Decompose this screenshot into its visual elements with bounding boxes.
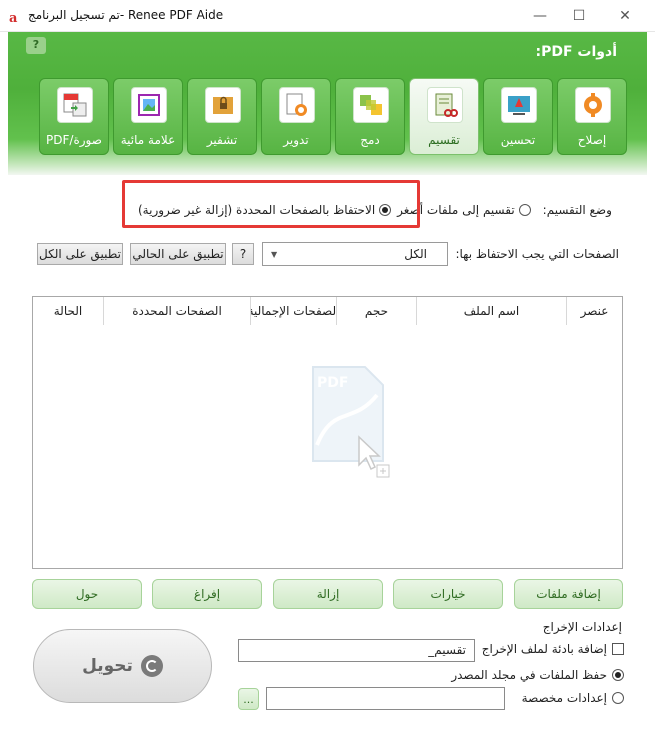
window-title: تم تسجيل البرنامج- Renee PDF Aide [28, 8, 224, 22]
tool-merge[interactable]: دمج [335, 78, 405, 155]
output-settings-title: إعدادات الإخراج [542, 620, 622, 634]
maximize-button[interactable]: ☐ [556, 0, 602, 32]
custom-settings-row: إعدادات مخصصة [522, 691, 624, 705]
optimize-icon [501, 87, 537, 123]
prefix-input[interactable]: تقسيم_ [238, 639, 475, 662]
radio-custom-settings[interactable] [612, 692, 624, 704]
app-logo-icon: a [9, 11, 18, 25]
remove-button[interactable]: إزالة [273, 579, 383, 609]
svg-text:a: a [9, 11, 18, 25]
repair-icon [575, 87, 611, 123]
pages-help-button[interactable]: ? [232, 243, 254, 265]
radio-split-small-files[interactable] [518, 204, 531, 216]
pages-dropdown[interactable]: الكل ▼ [262, 242, 448, 266]
chevron-down-icon: ▼ [271, 250, 278, 259]
tool-rotate[interactable]: تدوير [261, 78, 331, 155]
apply-all-button[interactable]: تطبيق على الكل [37, 243, 123, 265]
highlight-annotation [122, 180, 420, 228]
output-suffix-row: إضافة بادئة لملف الإخراج [482, 642, 624, 656]
add-prefix-label: إضافة بادئة لملف الإخراج [481, 642, 607, 656]
custom-settings-label: إعدادات مخصصة [521, 691, 607, 705]
tools-header: ? أدوات PDF: إصلاح تحسين تقسيم دمج تدوير [8, 32, 647, 175]
split-icon [427, 87, 463, 123]
file-table[interactable]: عنصر اسم الملف حجم الصفحات الإجمالية الص… [32, 296, 623, 569]
column-header-item[interactable]: عنصر [566, 297, 622, 325]
convert-label: تحويل [82, 656, 133, 676]
pdf-image-icon [57, 87, 93, 123]
pages-to-keep-label: الصفحات التي يجب الاحتفاظ بها: [455, 247, 619, 261]
tool-pdf-image[interactable]: PDF/صورة [39, 78, 109, 155]
tool-optimize[interactable]: تحسين [483, 78, 553, 155]
options-button[interactable]: خيارات [393, 579, 503, 609]
merge-icon [353, 87, 389, 123]
drop-pdf-icon: PDF [312, 366, 390, 478]
about-button[interactable]: حول [32, 579, 142, 609]
column-header-total-pages[interactable]: الصفحات الإجمالية [250, 297, 336, 325]
custom-path-input[interactable] [266, 687, 505, 710]
watermark-icon [131, 87, 167, 123]
clear-button[interactable]: إفراغ [152, 579, 262, 609]
tool-encrypt[interactable]: تشفير [187, 78, 257, 155]
radio-save-source[interactable] [612, 669, 624, 681]
encrypt-icon [205, 87, 241, 123]
rotate-icon [279, 87, 315, 123]
add-files-button[interactable]: إضافة ملفات [514, 579, 623, 609]
tool-watermark[interactable]: علامة مائية [113, 78, 183, 155]
convert-button[interactable]: تحويل [33, 629, 212, 703]
apply-current-button[interactable]: تطبيق على الحالي [130, 243, 226, 265]
save-source-label: حفظ الملفات في مجلد المصدر [451, 668, 607, 682]
column-header-selected-pages[interactable]: الصفحات المحددة [103, 297, 250, 325]
help-icon[interactable]: ? [26, 37, 46, 54]
add-prefix-checkbox[interactable] [612, 643, 624, 655]
close-button[interactable]: ✕ [602, 0, 648, 32]
pages-dropdown-value: الكل [404, 247, 427, 261]
tool-repair[interactable]: إصلاح [557, 78, 627, 155]
split-mode-label: وضع التقسيم: [542, 203, 612, 217]
svg-text:PDF: PDF [317, 375, 348, 391]
column-header-status[interactable]: الحالة [33, 297, 103, 325]
save-source-row: حفظ الملفات في مجلد المصدر [451, 668, 624, 682]
browse-button[interactable]: ... [238, 688, 259, 710]
tool-split[interactable]: تقسيم [409, 78, 479, 155]
column-header-size[interactable]: حجم [336, 297, 416, 325]
column-header-filename[interactable]: اسم الملف [416, 297, 566, 325]
refresh-icon [140, 655, 163, 677]
title-bar: a تم تسجيل البرنامج- Renee PDF Aide — ☐ … [0, 0, 655, 32]
tools-label: أدوات PDF: [535, 44, 618, 60]
